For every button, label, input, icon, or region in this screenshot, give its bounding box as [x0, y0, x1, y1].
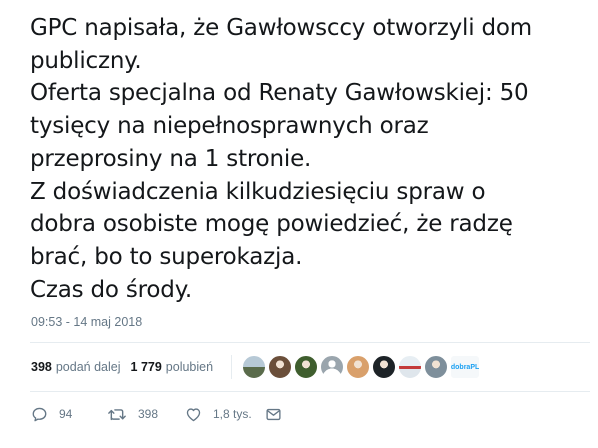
tweet-stats: 398 podań dalej 1 779 polubień dobraPL	[31, 343, 591, 391]
tweet-text-line: Czas do środy.	[30, 276, 192, 303]
retweet-button[interactable]: 398	[107, 406, 185, 423]
avatar-person-green-icon[interactable]	[294, 355, 319, 379]
avatar-default-icon[interactable]	[320, 355, 345, 379]
avatar-person-light-icon[interactable]	[424, 355, 449, 379]
tweet-actions: 94 398 1,8 tys.	[31, 402, 282, 426]
likes-stat-count: 1 779	[130, 360, 162, 374]
stats-separator	[231, 355, 233, 379]
direct-message-button[interactable]	[265, 406, 282, 423]
tweet-text-line: przeprosiny na 1 stronie.	[30, 145, 312, 172]
avatar-bird-dark-icon[interactable]	[372, 355, 397, 379]
reply-button[interactable]: 94	[31, 406, 107, 423]
envelope-icon	[265, 406, 282, 423]
like-count: 1,8 tys.	[213, 407, 252, 421]
likes-stat[interactable]: 1 779 polubień	[131, 360, 214, 374]
tweet-text-line: tysięcy na niepełnosprawnych oraz	[30, 113, 429, 140]
liker-avatars: dobraPL	[242, 355, 482, 379]
retweets-stat[interactable]: 398 podań dalej	[31, 360, 121, 374]
retweet-count: 398	[138, 407, 159, 421]
tweet-text-line: dobra osobiste mogę powiedzieć, że radzę	[30, 211, 513, 238]
like-button[interactable]: 1,8 tys.	[185, 406, 265, 423]
likes-stat-label: polubień	[165, 360, 214, 374]
retweet-icon	[107, 406, 127, 423]
reply-count: 94	[59, 407, 73, 421]
retweets-stat-count: 398	[31, 360, 52, 374]
tweet-text-line: brać, bo to superokazja.	[30, 243, 303, 270]
tweet-timestamp[interactable]: 09:53 - 14 maj 2018	[31, 315, 142, 329]
tweet-text-line: Z doświadczenia kilkudziesięciu spraw o	[30, 178, 486, 205]
avatar-flag-icon[interactable]	[398, 355, 423, 379]
avatar-landscape-icon[interactable]	[242, 355, 267, 379]
divider	[30, 391, 590, 392]
avatar-face-icon[interactable]	[346, 355, 371, 379]
tweet: GPC napisała, że Gawłowsccy otworzyli do…	[0, 0, 598, 448]
avatar-person-dark-icon[interactable]	[268, 355, 293, 379]
liker-tag-avatar[interactable]: dobraPL	[450, 355, 481, 379]
retweets-stat-label: podań dalej	[55, 360, 121, 374]
heart-icon	[185, 406, 202, 423]
reply-icon	[31, 406, 48, 423]
tweet-text-line: GPC napisała, że Gawłowsccy otworzyli do…	[30, 15, 533, 41]
tweet-text-line: Oferta specjalna od Renaty Gawłowskiej: …	[30, 80, 529, 107]
tweet-text: GPC napisała, że Gawłowsccy otworzyli do…	[30, 12, 590, 306]
tweet-text-line: publiczny.	[30, 47, 142, 74]
